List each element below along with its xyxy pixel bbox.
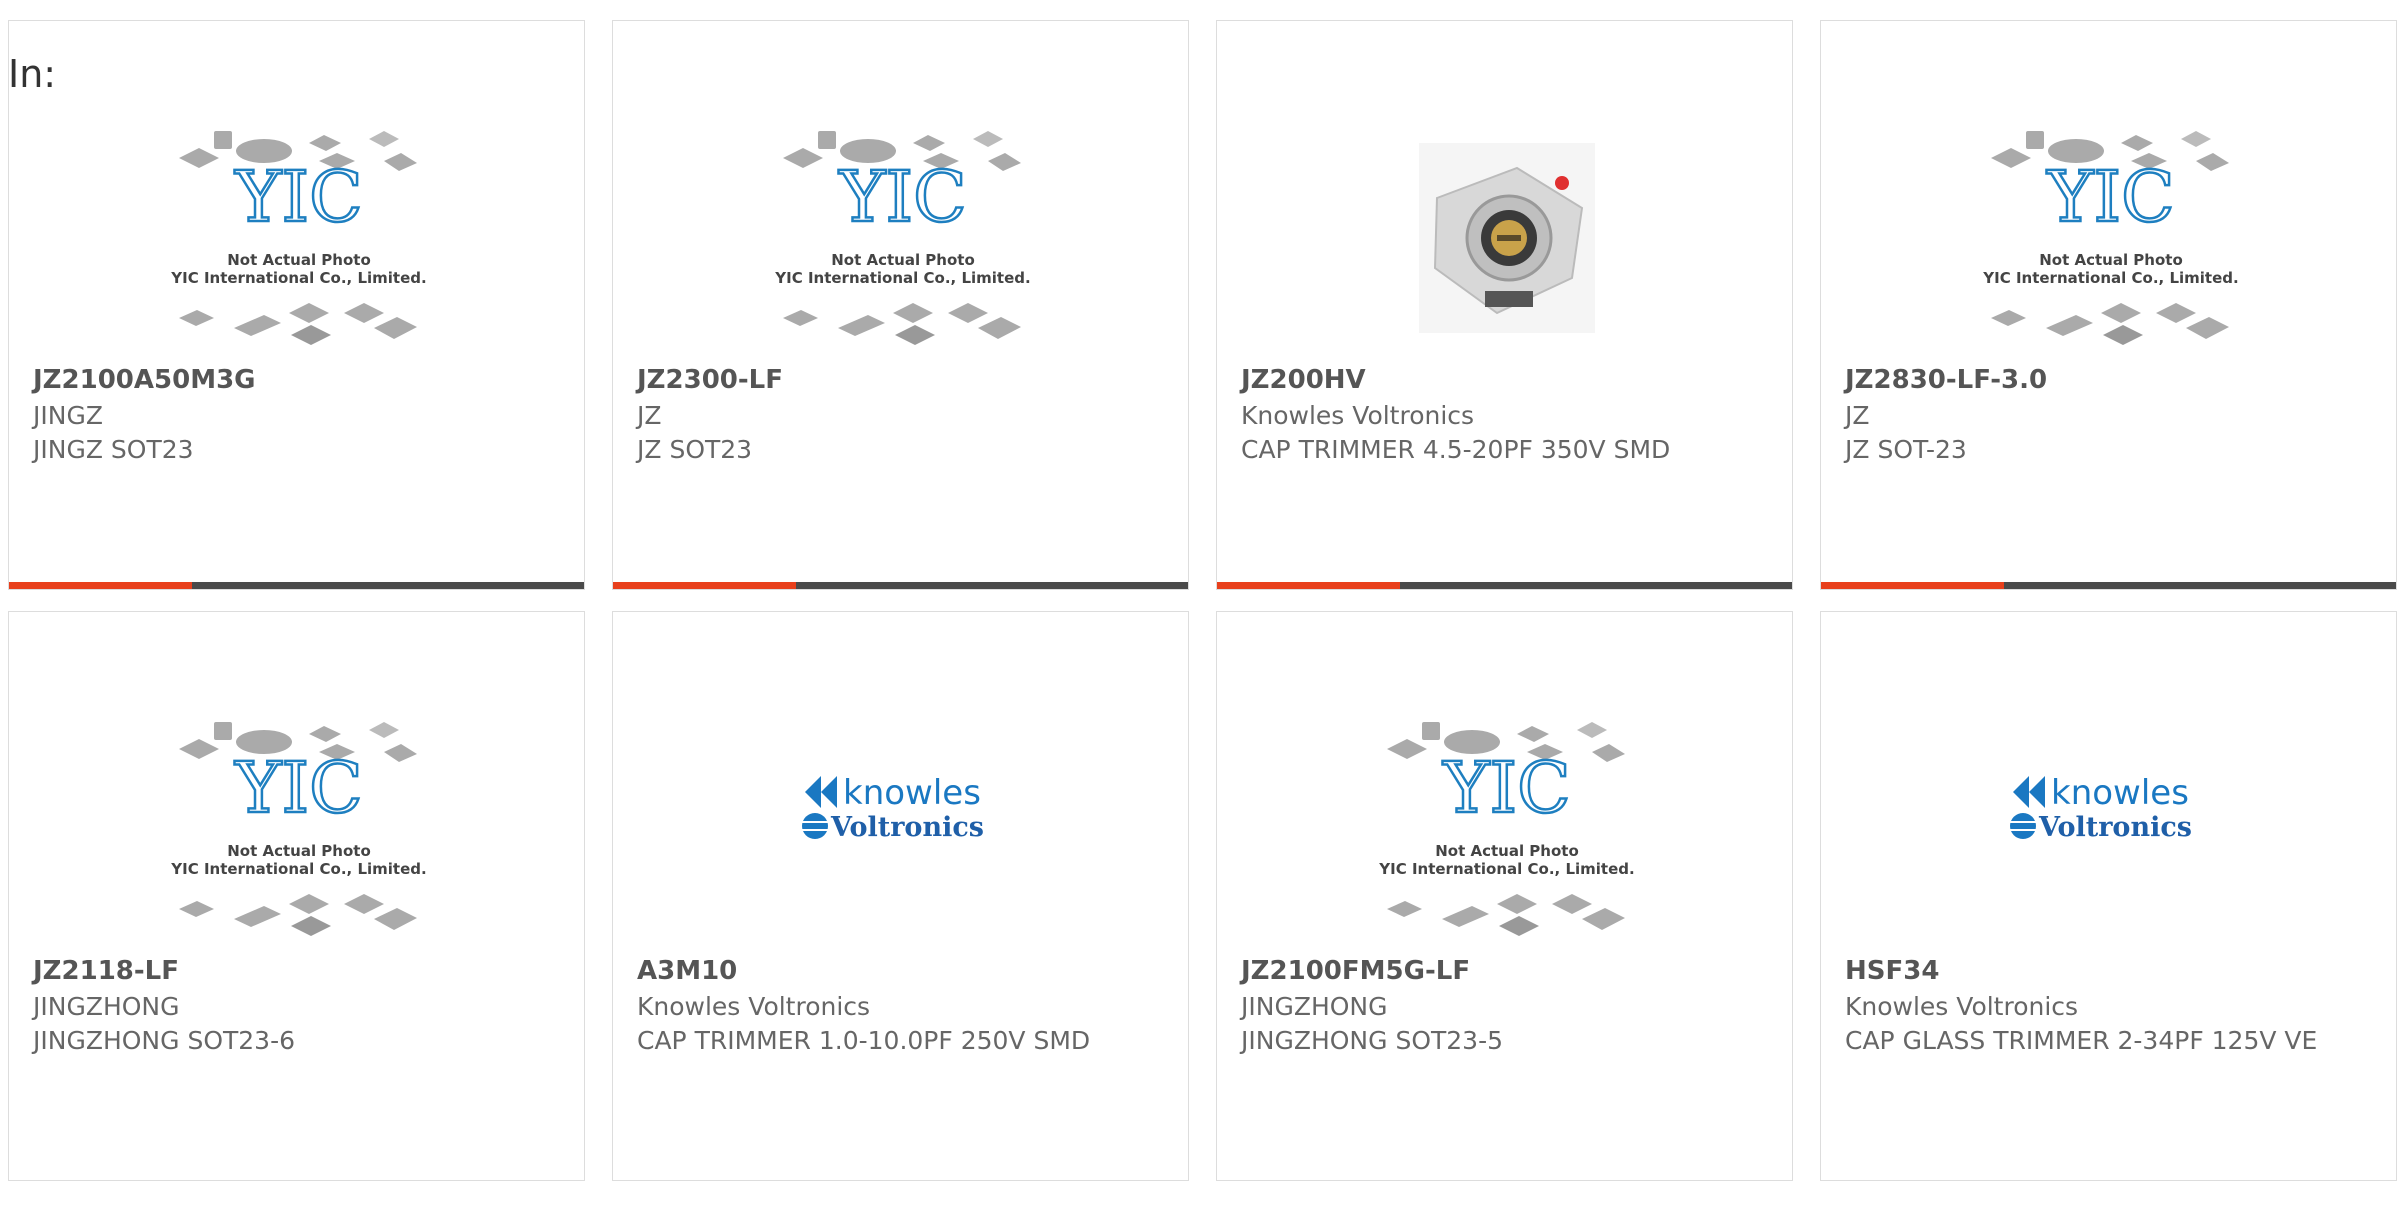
product-card[interactable]: YIC Not Actual Photo YIC International C… <box>1820 20 2397 590</box>
yic-placeholder-image: YIC Not Actual Photo YIC International C… <box>170 131 427 345</box>
svg-text:YIC International Co., Limited: YIC International Co., Limited. <box>170 860 426 878</box>
globe-icon <box>802 813 828 839</box>
in-label: In: <box>8 52 57 96</box>
knowles-wordmark: knowles <box>843 773 981 813</box>
svg-text:YIC International Co., Limited: YIC International Co., Limited. <box>170 269 426 287</box>
manufacturer: Knowles Voltronics <box>1845 992 2079 1021</box>
manufacturer: JINGZ <box>33 401 103 430</box>
part-number[interactable]: JZ2300-LF <box>637 365 783 395</box>
part-number[interactable]: JZ2100FM5G-LF <box>1241 956 1470 986</box>
part-number[interactable]: A3M10 <box>637 956 737 986</box>
product-grid: YIC Not Actual Photo YIC International C… <box>8 20 2400 1220</box>
card-bar-accent <box>1821 582 2004 589</box>
product-card[interactable]: YIC Not Actual Photo YIC International C… <box>1216 611 1793 1181</box>
svg-text:Not Actual Photo: Not Actual Photo <box>227 842 371 860</box>
card-bar <box>1821 582 2396 589</box>
part-number[interactable]: JZ200HV <box>1241 365 1366 395</box>
card-bar-accent <box>1217 582 1400 589</box>
globe-icon <box>2010 813 2036 839</box>
part-number[interactable]: JZ2100A50M3G <box>33 365 256 395</box>
knowles-logo-image: knowles Voltronics <box>2010 773 2192 843</box>
yic-placeholder-image: YIC Not Actual Photo YIC International C… <box>1378 722 1635 936</box>
part-number[interactable]: JZ2830-LF-3.0 <box>1845 365 2047 395</box>
card-bar <box>1217 582 1792 589</box>
yic-logo: YIC <box>234 156 362 238</box>
card-bar-accent <box>613 582 796 589</box>
svg-text:YIC International Co., Limited: YIC International Co., Limited. <box>1982 269 2238 287</box>
voltronics-wordmark: Voltronics <box>830 812 984 843</box>
part-number[interactable]: JZ2118-LF <box>33 956 179 986</box>
description: CAP GLASS TRIMMER 2-34PF 125V VE <box>1845 1026 2318 1055</box>
yic-placeholder-image: YIC Not Actual Photo YIC International C… <box>774 131 1031 345</box>
yic-placeholder-image: YIC Not Actual Photo YIC International C… <box>1982 131 2239 345</box>
card-bar-accent <box>9 582 192 589</box>
card-bar <box>613 582 1188 589</box>
trimmer-photo-image <box>1419 143 1595 333</box>
yic-logo: YIC <box>838 156 966 238</box>
yic-logo: YIC <box>2046 156 2174 238</box>
manufacturer: JZ <box>1845 401 1870 430</box>
description: JINGZHONG SOT23-5 <box>1241 1026 1503 1055</box>
description: JINGZ SOT23 <box>33 435 194 464</box>
manufacturer: JZ <box>637 401 662 430</box>
yic-placeholder-image: YIC Not Actual Photo YIC International C… <box>170 722 427 936</box>
card-bar <box>9 582 584 589</box>
product-card[interactable]: YIC Not Actual Photo YIC International C… <box>8 20 585 590</box>
yic-logo: YIC <box>234 747 362 829</box>
manufacturer: Knowles Voltronics <box>1241 401 1475 430</box>
product-card[interactable]: YIC Not Actual Photo YIC International C… <box>612 20 1189 590</box>
manufacturer: Knowles Voltronics <box>637 992 871 1021</box>
product-card[interactable]: knowles Voltronics A3M10 Knowles Voltron… <box>612 611 1189 1181</box>
knowles-chevron-icon <box>805 776 821 808</box>
knowles-logo-image: knowles Voltronics <box>802 773 984 843</box>
svg-text:YIC International Co., Limited: YIC International Co., Limited. <box>1378 860 1634 878</box>
svg-text:Not Actual Photo: Not Actual Photo <box>831 251 975 269</box>
product-card[interactable]: knowles Voltronics HSF34 Knowles Voltron… <box>1820 611 2397 1181</box>
description: CAP TRIMMER 1.0-10.0PF 250V SMD <box>637 1026 1091 1055</box>
part-number[interactable]: HSF34 <box>1845 956 1939 986</box>
manufacturer: JINGZHONG <box>1241 992 1388 1021</box>
description: JINGZHONG SOT23-6 <box>33 1026 295 1055</box>
manufacturer: JINGZHONG <box>33 992 180 1021</box>
knowles-wordmark: knowles <box>2051 773 2189 813</box>
voltronics-wordmark: Voltronics <box>2038 812 2192 843</box>
product-card[interactable]: JZ200HV Knowles Voltronics CAP TRIMMER 4… <box>1216 20 1793 590</box>
svg-text:Not Actual Photo: Not Actual Photo <box>1435 842 1579 860</box>
description: JZ SOT23 <box>637 435 753 464</box>
knowles-chevron-icon <box>2013 776 2029 808</box>
svg-text:YIC International Co., Limited: YIC International Co., Limited. <box>774 269 1030 287</box>
yic-logo: YIC <box>1442 747 1570 829</box>
description: JZ SOT-23 <box>1845 435 1967 464</box>
svg-text:Not Actual Photo: Not Actual Photo <box>2039 251 2183 269</box>
svg-text:Not Actual Photo: Not Actual Photo <box>227 251 371 269</box>
description: CAP TRIMMER 4.5-20PF 350V SMD <box>1241 435 1671 464</box>
product-card[interactable]: YIC Not Actual Photo YIC International C… <box>8 611 585 1181</box>
